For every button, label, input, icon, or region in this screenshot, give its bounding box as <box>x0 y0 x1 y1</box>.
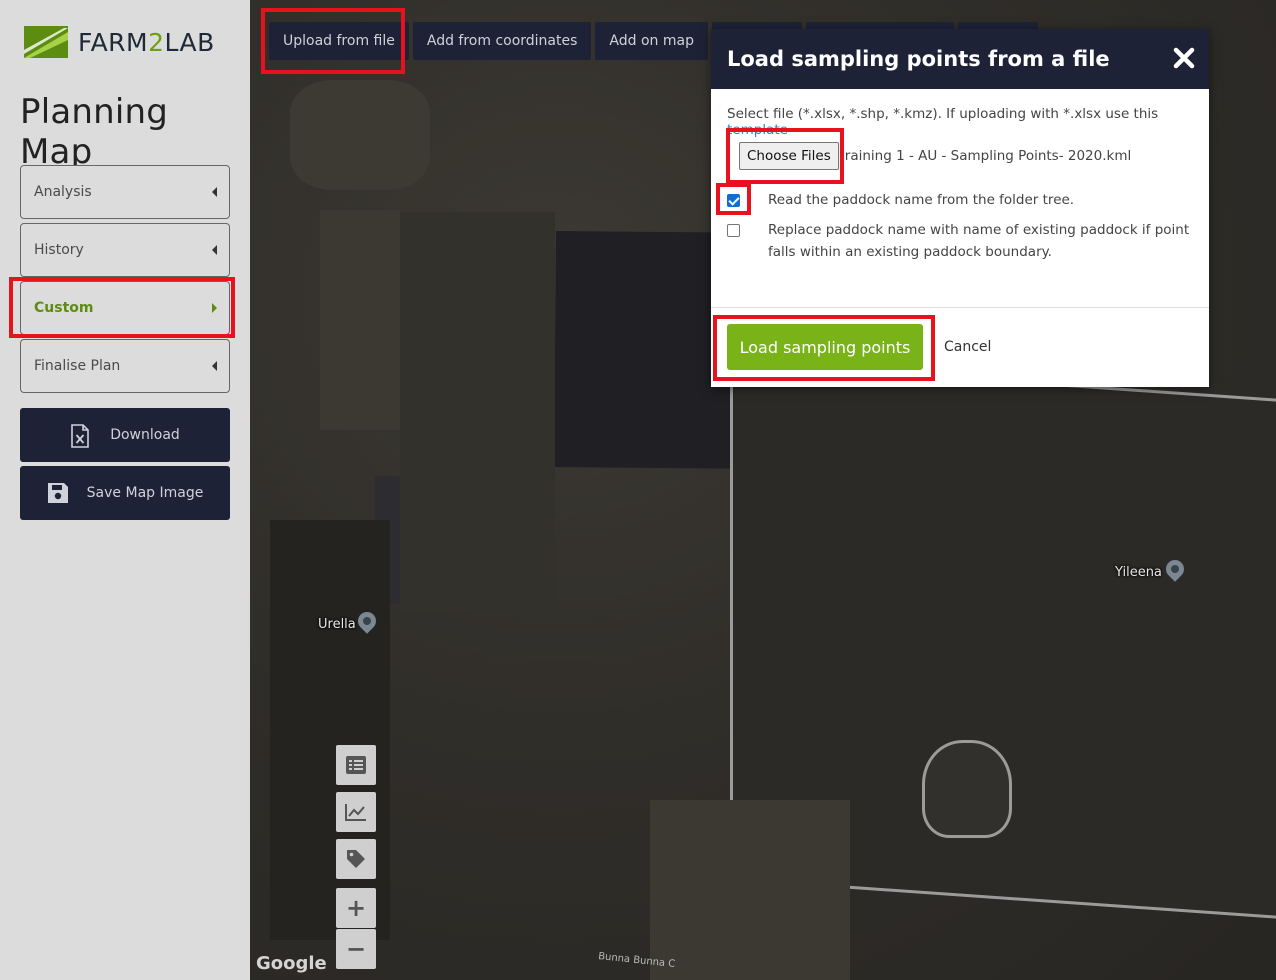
template-link[interactable]: template <box>727 122 788 138</box>
labels-button[interactable] <box>336 839 376 879</box>
file-picker: Choose Files raining 1 - AU - Sampling P… <box>739 142 1131 170</box>
page-title: Planning Map <box>20 92 169 172</box>
list-icon <box>346 756 366 774</box>
sidebar: FARM2LAB Planning Map Analysis History C… <box>0 0 250 980</box>
minus-icon: − <box>345 935 367 963</box>
farm2lab-logo[interactable]: FARM2LAB <box>24 24 215 60</box>
floppy-disk-icon <box>47 482 68 504</box>
sidebar-item-label: Analysis <box>34 184 92 200</box>
save-map-image-button[interactable]: Save Map Image <box>20 466 230 520</box>
table-view-button[interactable] <box>336 745 376 785</box>
map-label-yileena: Yileena <box>1115 565 1162 580</box>
download-button[interactable]: Download <box>20 408 230 462</box>
sidebar-item-label: Custom <box>34 300 94 316</box>
tag-icon <box>347 850 365 868</box>
selected-file-name: raining 1 - AU - Sampling Points- 2020.k… <box>844 148 1132 164</box>
load-sampling-points-button[interactable]: Load sampling points <box>727 324 923 370</box>
read-paddock-checkbox[interactable] <box>727 194 740 207</box>
dialog-footer: Load sampling points Cancel <box>711 309 1209 387</box>
sidebar-item-history[interactable]: History <box>20 223 230 277</box>
line-chart-icon <box>345 804 366 821</box>
load-sampling-points-dialog: Load sampling points from a file Select … <box>711 29 1209 387</box>
file-type-instructions: Select file (*.xlsx, *.shp, *.kmz). If u… <box>727 106 1159 138</box>
upload-from-file-button[interactable]: Upload from file <box>269 22 409 60</box>
add-on-map-button[interactable]: Add on map <box>595 22 708 60</box>
sidebar-item-label: History <box>34 242 84 258</box>
save-map-label: Save Map Image <box>86 485 204 501</box>
map-label-urella: Urella <box>318 617 356 632</box>
caret-right-icon <box>212 303 217 313</box>
cancel-button[interactable]: Cancel <box>944 339 991 355</box>
close-icon[interactable] <box>1173 44 1195 72</box>
plus-icon: + <box>345 894 367 922</box>
sidebar-item-custom[interactable]: Custom <box>20 281 230 335</box>
apal-logo-icon <box>24 26 68 58</box>
sidebar-item-analysis[interactable]: Analysis <box>20 165 230 219</box>
sidebar-item-label: Finalise Plan <box>34 358 121 374</box>
replace-paddock-label: Replace paddock name with name of existi… <box>768 222 1190 260</box>
dialog-body: Select file (*.xlsx, *.shp, *.kmz). If u… <box>711 89 1209 308</box>
logo-wordmark: FARM2LAB <box>78 27 215 57</box>
google-attribution: Google <box>256 953 327 974</box>
download-label: Download <box>110 427 180 443</box>
excel-file-icon <box>70 424 90 448</box>
read-paddock-label: Read the paddock name from the folder tr… <box>768 192 1075 208</box>
zoom-in-button[interactable]: + <box>336 888 376 928</box>
chart-view-button[interactable] <box>336 792 376 832</box>
dialog-header: Load sampling points from a file <box>711 29 1209 89</box>
sidebar-item-finalise-plan[interactable]: Finalise Plan <box>20 339 230 393</box>
replace-paddock-checkbox[interactable] <box>727 224 740 237</box>
dialog-title: Load sampling points from a file <box>727 47 1110 71</box>
zoom-out-button[interactable]: − <box>336 929 376 969</box>
caret-left-icon <box>212 187 217 197</box>
caret-left-icon <box>212 361 217 371</box>
choose-files-button[interactable]: Choose Files <box>739 142 839 170</box>
add-from-coordinates-button[interactable]: Add from coordinates <box>412 22 592 60</box>
caret-left-icon <box>212 245 217 255</box>
